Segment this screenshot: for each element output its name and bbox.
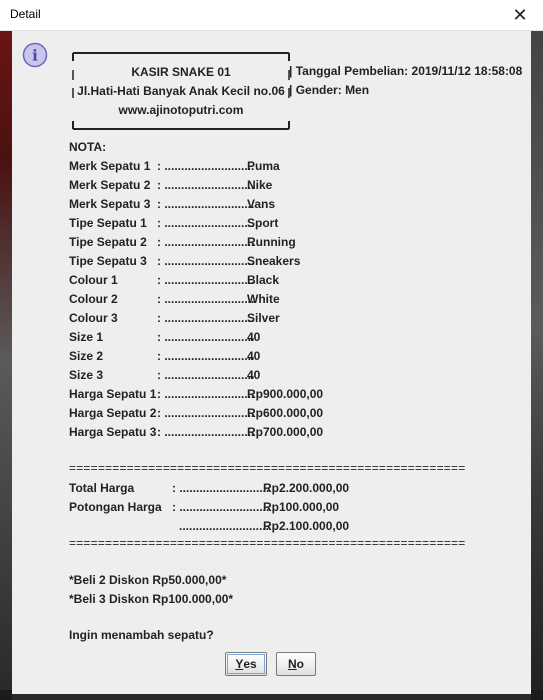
yes-mnemonic: Y: [235, 657, 244, 671]
final-dots: ...........................: [179, 519, 270, 533]
store-address: Jl.Hati-Hati Banyak Anak Kecil no.06: [77, 84, 285, 98]
nota-row-label: Merk Sepatu 2: [69, 178, 151, 192]
nota-row-label: Size 2: [69, 349, 104, 363]
nota-row-value: Rp900.000,00: [247, 387, 324, 401]
nota-row-dots: : ...........................: [157, 368, 255, 382]
discount-label: Potongan Harga: [69, 500, 162, 514]
nota-row-value: 40: [247, 368, 261, 382]
nota-row-value: Sneakers: [247, 254, 301, 268]
separator-top: ========================================…: [69, 461, 466, 475]
store-website: www.ajinotoputri.com: [118, 103, 244, 117]
close-icon: ✕: [512, 5, 528, 26]
nota-row-dots: : ...........................: [157, 387, 255, 401]
nota-row-label: Size 1: [69, 330, 104, 344]
yes-label-rest: es: [243, 657, 257, 671]
promo-line-2: *Beli 3 Diskon Rp100.000,00*: [69, 592, 234, 606]
close-button[interactable]: ✕: [497, 0, 543, 31]
nota-row-label: Harga Sepatu 2: [69, 406, 157, 420]
nota-row-label: Colour 3: [69, 311, 118, 325]
nota-row-value: Silver: [247, 311, 280, 325]
nota-row-dots: : ...........................: [157, 235, 255, 249]
nota-row-dots: : ...........................: [157, 178, 255, 192]
gender-line: | Gender: Men: [289, 83, 369, 97]
question-text: Ingin menambah sepatu?: [69, 628, 214, 642]
store-header-box: KASIR SNAKE 01 Jl.Hati-Hati Banyak Anak …: [72, 52, 290, 130]
window-bottom-edge: [12, 694, 531, 700]
nota-row-label: Merk Sepatu 3: [69, 197, 151, 211]
nota-row-value: Nike: [247, 178, 273, 192]
nota-row-value: Puma: [247, 159, 280, 173]
purchase-date-line: | Tanggal Pembelian: 2019/11/12 18:58:08: [289, 64, 522, 78]
no-label-rest: o: [296, 657, 304, 671]
nota-row-value: 40: [247, 330, 261, 344]
window-title: Detail: [10, 7, 41, 21]
discount-dots: : ...........................: [172, 500, 270, 514]
nota-row-label: Merk Sepatu 1: [69, 159, 151, 173]
nota-row-value: 40: [247, 349, 261, 363]
nota-row-value: Rp600.000,00: [247, 406, 324, 420]
nota-row-dots: : ...........................: [157, 273, 255, 287]
nota-row-label: Harga Sepatu 1: [69, 387, 157, 401]
nota-row-value: Black: [247, 273, 280, 287]
nota-label: NOTA:: [69, 140, 107, 154]
nota-row-dots: : ...........................: [157, 311, 255, 325]
svg-text:i: i: [32, 47, 38, 65]
total-value: Rp2.200.000,00: [263, 481, 350, 495]
nota-row-dots: : ...........................: [157, 254, 255, 268]
no-button[interactable]: No: [276, 652, 316, 676]
separator-bottom: ========================================…: [69, 536, 466, 550]
nota-row-value: Running: [247, 235, 296, 249]
store-name: KASIR SNAKE 01: [131, 65, 231, 79]
nota-row-dots: : ...........................: [157, 216, 255, 230]
nota-row-value: Rp700.000,00: [247, 425, 324, 439]
nota-row-label: Tipe Sepatu 1: [69, 216, 147, 230]
gender-label: Gender:: [295, 83, 342, 97]
purchase-date-label: Tanggal Pembelian:: [295, 64, 409, 78]
nota-row-label: Harga Sepatu 3: [69, 425, 157, 439]
nota-row-dots: : ...........................: [157, 406, 255, 420]
info-icon: i: [22, 42, 48, 68]
final-total-value: Rp2.100.000,00: [263, 519, 350, 533]
no-mnemonic: N: [287, 657, 297, 671]
promo-line-1: *Beli 2 Diskon Rp50.000,00*: [69, 573, 227, 587]
total-dots: : ...........................: [172, 481, 270, 495]
nota-row-value: White: [247, 292, 280, 306]
nota-row-label: Tipe Sepatu 2: [69, 235, 147, 249]
nota-row-dots: : ...........................: [157, 425, 255, 439]
border-tick: |: [289, 83, 293, 97]
border-tick: |: [289, 64, 293, 78]
nota-row-dots: : ...........................: [157, 292, 255, 306]
nota-row-label: Size 3: [69, 368, 104, 382]
nota-row-dots: : ...........................: [157, 197, 255, 211]
nota-row-label: Colour 1: [69, 273, 118, 287]
dialog-content: i KASIR SNAKE 01 Jl.Hati-Hati Banyak Ana…: [12, 31, 531, 694]
nota-row-value: Sport: [247, 216, 279, 230]
purchase-date-value: 2019/11/12 18:58:08: [411, 64, 523, 78]
nota-row-label: Tipe Sepatu 3: [69, 254, 147, 268]
total-label: Total Harga: [69, 481, 135, 495]
discount-value: Rp100.000,00: [263, 500, 340, 514]
nota-row-dots: : ...........................: [157, 330, 255, 344]
detail-dialog: Detail ✕ i KASIR SNAKE 01 Jl.Hati-Hati B…: [0, 0, 543, 700]
title-bar[interactable]: Detail ✕: [0, 0, 543, 31]
nota-row-dots: : ...........................: [157, 349, 255, 363]
nota-row-value: Vans: [247, 197, 276, 211]
nota-row-label: Colour 2: [69, 292, 118, 306]
gender-value: Men: [345, 83, 370, 97]
yes-button[interactable]: Yes: [225, 652, 267, 676]
nota-row-dots: : ...........................: [157, 159, 255, 173]
